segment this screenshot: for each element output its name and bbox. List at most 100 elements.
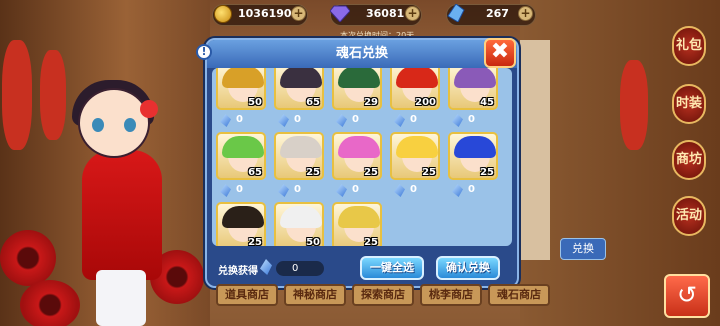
hero-portrait-hair: [338, 136, 380, 158]
chili-string-decoration: [620, 60, 648, 150]
shopkeeper-character-face: [78, 88, 150, 158]
soulstone-amount: 267: [486, 7, 509, 20]
thread-spool-decoration: [20, 280, 80, 326]
hero-soulstone-count: 0: [336, 184, 386, 197]
exchange-button[interactable]: 兑换: [560, 238, 606, 260]
hero-portrait-hair: [338, 206, 380, 228]
soulstone-count-value: 0: [468, 114, 475, 125]
hero-soulstone-count: 0: [278, 184, 328, 197]
info-icon[interactable]: !: [196, 44, 212, 60]
hero-grid: 50 0 65 0 29 0 200 0 45 0 65 0 25 0 25 0 25 0 25 0 25 50 25: [212, 68, 512, 246]
hero-level: 29: [364, 97, 378, 108]
hero-soulstone-count: 0: [220, 114, 270, 127]
soulstone-count-value: 0: [352, 114, 359, 125]
shopkeeper-character-dress: [82, 150, 162, 280]
hero-portrait-hair: [454, 68, 496, 88]
soulstone-count-value: 0: [410, 184, 417, 195]
dialog-title: 魂石兑换: [207, 40, 517, 68]
hero-level: 50: [248, 97, 262, 108]
soulstone-count-value: 0: [468, 184, 475, 195]
hero-card[interactable]: 50: [274, 202, 324, 246]
hero-card[interactable]: 25: [448, 132, 498, 180]
soulstone-icon: [447, 4, 465, 22]
hero-card[interactable]: 200: [390, 68, 440, 110]
hero-portrait-hair: [280, 206, 322, 228]
soulstone-count-value: 0: [236, 114, 243, 125]
hero-soulstone-count: 0: [394, 114, 444, 127]
tab-soulstone-shop[interactable]: 魂石商店: [488, 284, 550, 306]
soulstone-icon: [452, 114, 463, 127]
add-soulstone-button[interactable]: +: [518, 6, 533, 21]
fashion-button[interactable]: 时装: [672, 84, 706, 124]
hero-card[interactable]: 45: [448, 68, 498, 110]
hero-portrait-hair: [396, 136, 438, 158]
hero-soulstone-count: 0: [452, 114, 502, 127]
hero-card[interactable]: 65: [274, 68, 324, 110]
soulstone-icon: [278, 114, 289, 127]
hero-level: 25: [364, 167, 378, 178]
tab-explore-shop[interactable]: 探索商店: [352, 284, 414, 306]
add-coin-button[interactable]: +: [291, 6, 306, 21]
hero-level: 65: [306, 97, 320, 108]
hero-level: 200: [415, 97, 436, 108]
soulstone-count-value: 0: [294, 114, 301, 125]
soulstone-count-value: 0: [236, 184, 243, 195]
hero-card[interactable]: 25: [390, 132, 440, 180]
hero-level: 65: [248, 167, 262, 178]
hero-level: 25: [422, 167, 436, 178]
thread-spool-decoration: [0, 230, 56, 286]
soulstone-icon: [220, 114, 231, 127]
add-diamond-button[interactable]: +: [405, 6, 420, 21]
gift-pack-button[interactable]: 礼包: [672, 26, 706, 66]
hero-card[interactable]: 25: [216, 202, 266, 246]
chili-string-decoration: [40, 50, 66, 140]
hero-card[interactable]: 25: [274, 132, 324, 180]
hero-soulstone-count: 0: [220, 184, 270, 197]
hero-soulstone-count: 0: [336, 114, 386, 127]
coin-icon: [214, 5, 232, 23]
hero-card[interactable]: 29: [332, 68, 382, 110]
hero-portrait-hair: [396, 68, 438, 88]
hero-soulstone-count: 0: [394, 184, 444, 197]
hero-portrait-hair: [280, 136, 322, 158]
shopkeeper-character-legs: [96, 270, 146, 326]
shop-item-list: [520, 40, 550, 260]
exchange-gain-label: 兑换获得: [218, 266, 258, 277]
hero-card[interactable]: 50: [216, 68, 266, 110]
diamond-icon: [330, 5, 350, 22]
hair-flower-icon: [140, 100, 158, 118]
hero-level: 25: [480, 167, 494, 178]
tab-peach-shop[interactable]: 桃李商店: [420, 284, 482, 306]
tab-mystery-shop[interactable]: 神秘商店: [284, 284, 346, 306]
hero-portrait-hair: [222, 68, 264, 88]
confirm-exchange-button[interactable]: 确认兑换: [436, 256, 500, 280]
hero-card[interactable]: 65: [216, 132, 266, 180]
hero-card[interactable]: 25: [332, 202, 382, 246]
soulstone-icon: [278, 184, 289, 197]
shop-workshop-button[interactable]: 商坊: [672, 140, 706, 180]
hero-soulstone-count: 0: [452, 184, 502, 197]
hero-portrait-hair: [222, 136, 264, 158]
hero-level: 25: [248, 237, 262, 246]
soulstone-icon: [220, 184, 231, 197]
hero-card[interactable]: 25: [332, 132, 382, 180]
close-dialog-button[interactable]: ✖: [484, 38, 516, 68]
soulstone-icon: [336, 184, 347, 197]
diamond-amount: 36081: [366, 7, 405, 20]
activity-button[interactable]: 活动: [672, 196, 706, 236]
tab-item-shop[interactable]: 道具商店: [216, 284, 278, 306]
chili-string-decoration: [2, 40, 32, 150]
back-button[interactable]: ↺: [664, 274, 710, 318]
exchange-gain-value: 0: [276, 261, 324, 276]
hero-portrait-hair: [338, 68, 380, 88]
hero-level: 45: [480, 97, 494, 108]
soulstone-count-value: 0: [294, 184, 301, 195]
hero-portrait-hair: [222, 206, 264, 228]
select-all-button[interactable]: 一键全选: [360, 256, 424, 280]
soulstone-count-value: 0: [352, 184, 359, 195]
soulstone-icon: [394, 114, 405, 127]
soulstone-count-value: 0: [410, 114, 417, 125]
soulstone-icon: [452, 184, 463, 197]
hero-level: 25: [306, 167, 320, 178]
hero-portrait-hair: [454, 136, 496, 158]
